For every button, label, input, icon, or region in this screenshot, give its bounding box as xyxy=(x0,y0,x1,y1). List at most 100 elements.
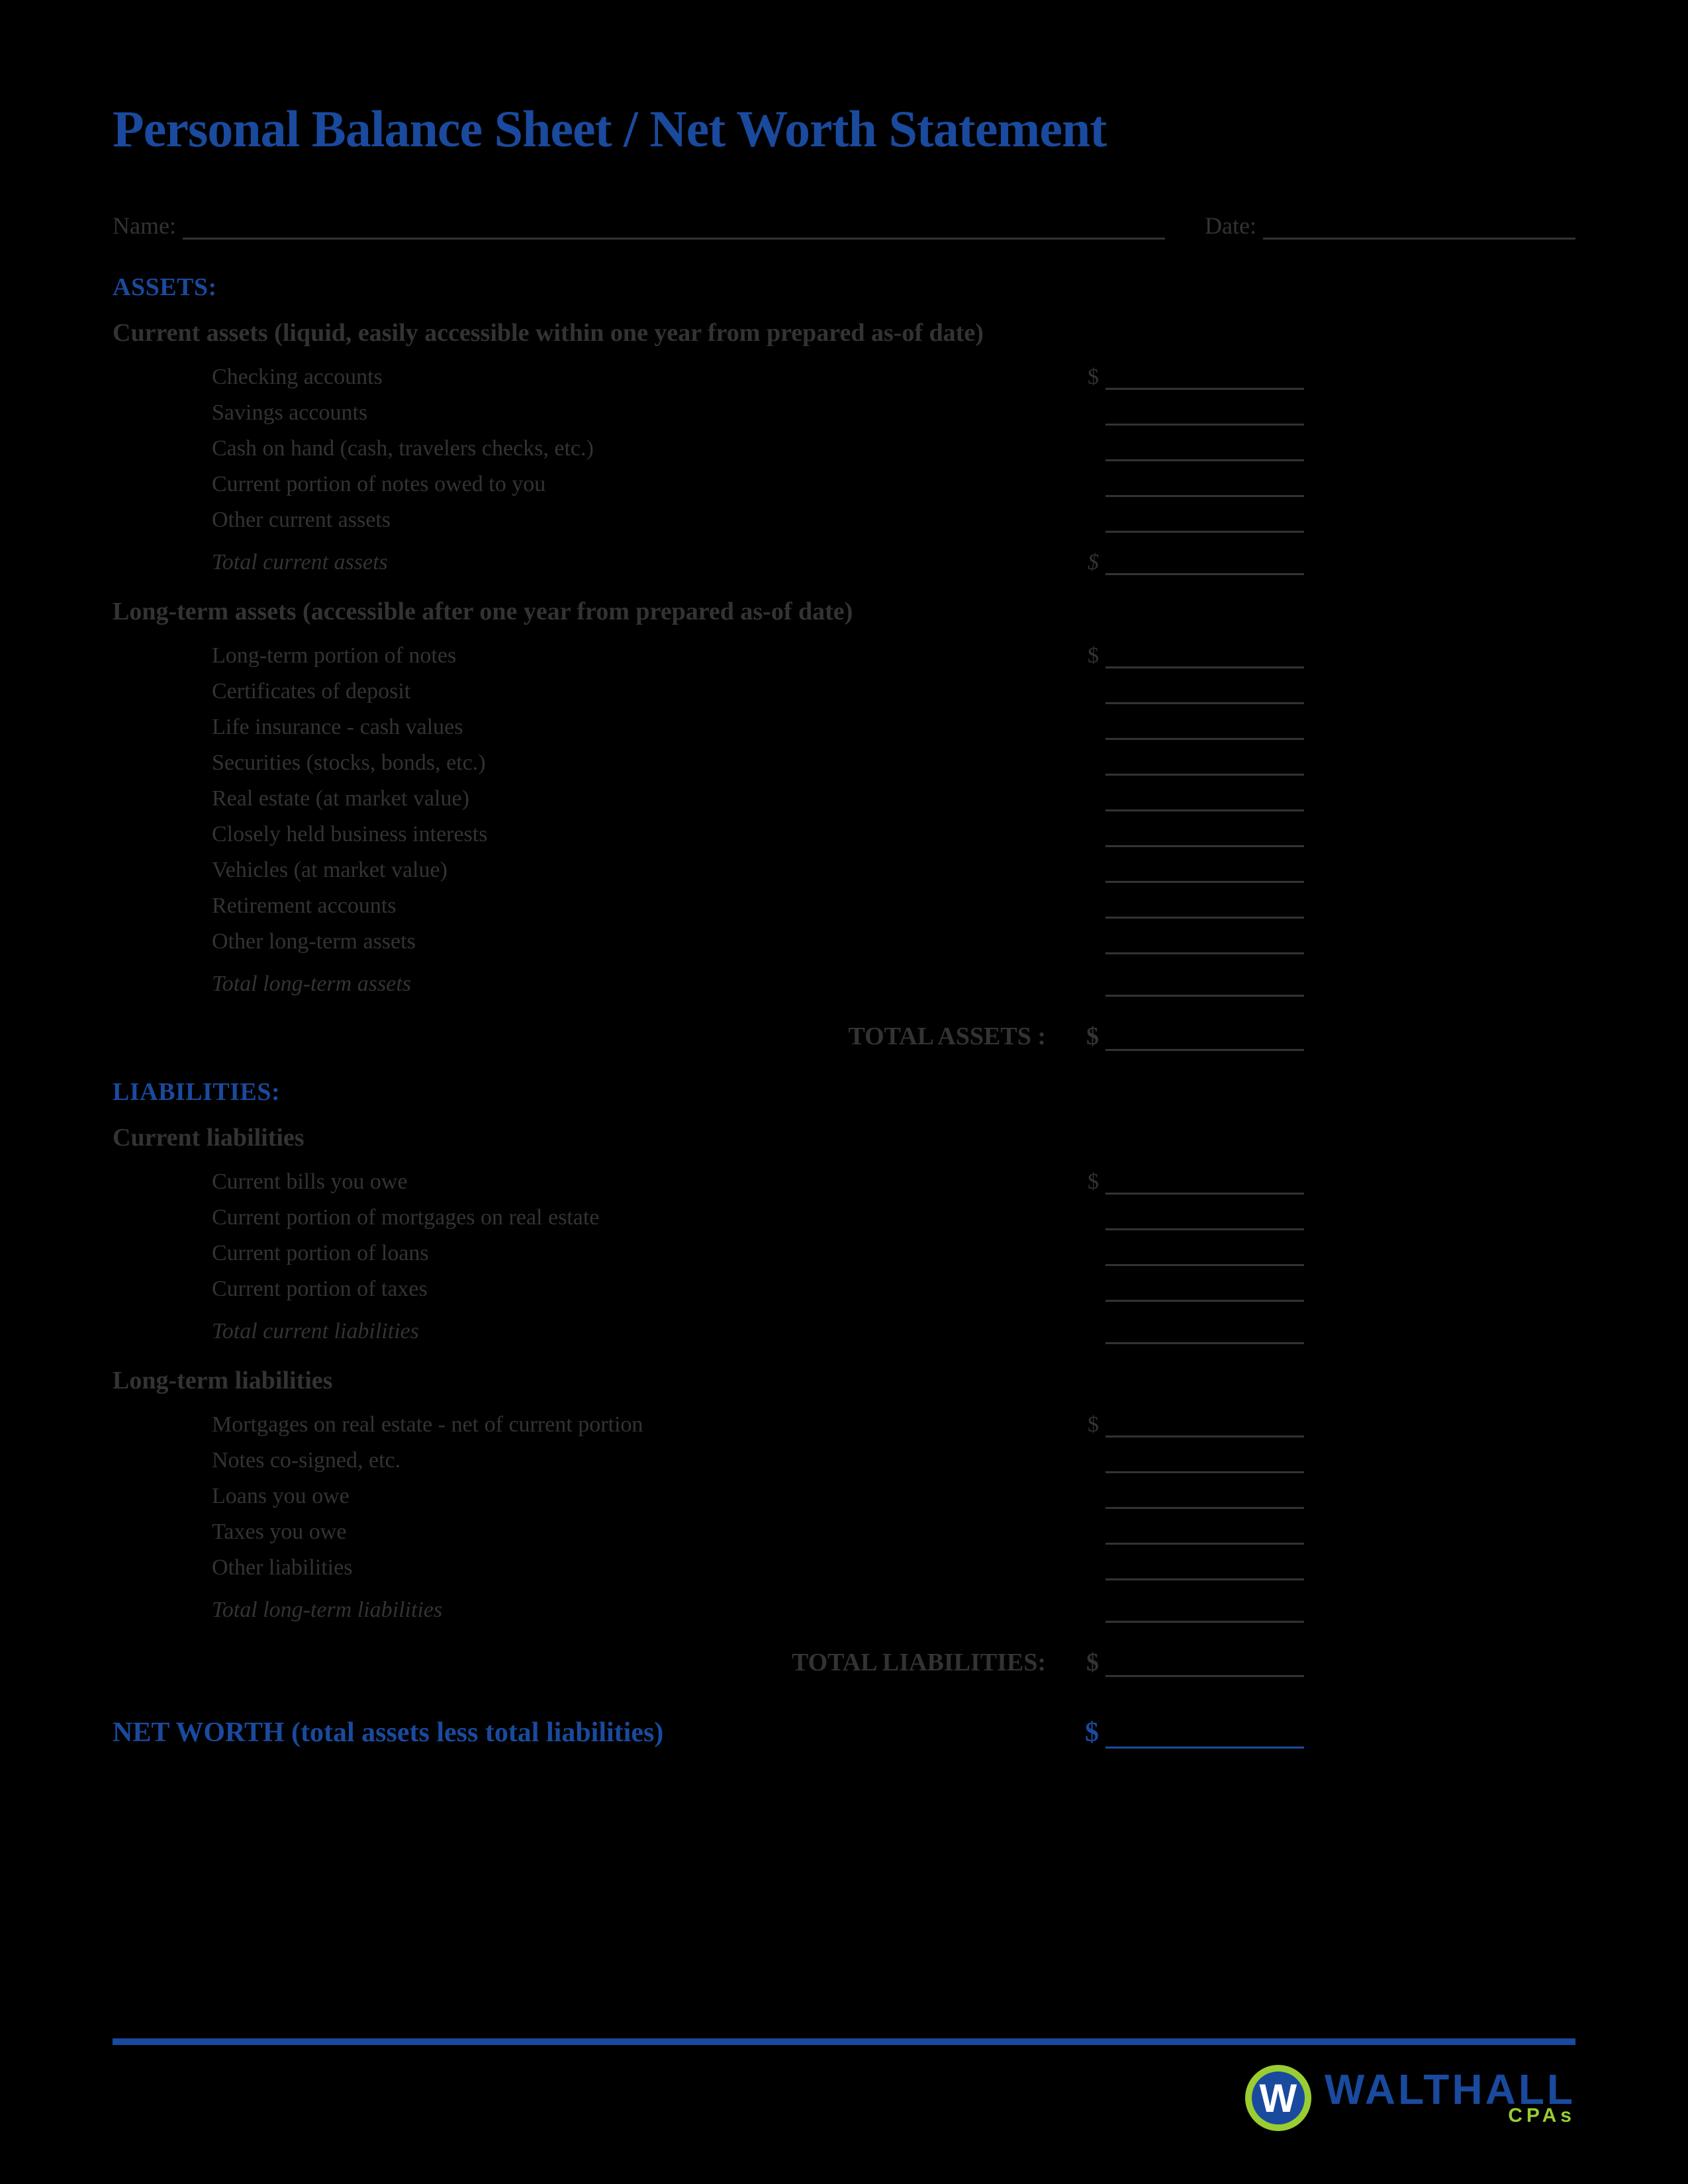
date-input-line[interactable] xyxy=(1263,214,1575,240)
item-label: Notes co-signed, etc. xyxy=(212,1448,1072,1473)
logo-subtitle: CPAs xyxy=(1508,2107,1575,2124)
amount-line[interactable] xyxy=(1105,720,1304,740)
amount-line[interactable] xyxy=(1105,370,1304,390)
item-label: Taxes you owe xyxy=(212,1520,1072,1545)
name-field: Name: xyxy=(113,212,1165,240)
current-liabilities-rows: Current bills you owe$ Current portion o… xyxy=(113,1164,1304,1349)
logo-mark-icon xyxy=(1245,2065,1311,2131)
amount-line[interactable] xyxy=(1105,792,1304,811)
amount-line[interactable] xyxy=(1105,899,1304,919)
longterm-assets-rows: Long-term portion of notes$ Certificates… xyxy=(113,638,1304,1002)
item-label: Other liabilities xyxy=(212,1555,1072,1580)
amount-line[interactable] xyxy=(1105,1031,1304,1051)
amount-line[interactable] xyxy=(1105,1418,1304,1437)
liabilities-header: LIABILITIES: xyxy=(113,1077,1575,1107)
amount-line[interactable] xyxy=(1105,477,1304,497)
line-item: Current bills you owe$ xyxy=(113,1164,1304,1200)
line-item: Current portion of mortgages on real est… xyxy=(113,1200,1304,1236)
dollar-sign: $ xyxy=(1072,1648,1105,1677)
amount-line[interactable] xyxy=(1105,756,1304,776)
item-label: Closely held business interests xyxy=(212,822,1072,847)
footer-rule xyxy=(113,2038,1575,2045)
amount-line[interactable] xyxy=(1105,977,1304,997)
amount-line[interactable] xyxy=(1105,1729,1304,1749)
doc-title: Personal Balance Sheet / Net Worth State… xyxy=(113,99,1575,159)
amount-line[interactable] xyxy=(1105,1453,1304,1473)
subtotal-row: Total long-term liabilities xyxy=(113,1592,1304,1628)
amount-line[interactable] xyxy=(1105,934,1304,954)
subtotal-label: Total current assets xyxy=(212,550,1072,575)
dollar-sign: $ xyxy=(1072,1412,1105,1437)
line-item: Notes co-signed, etc. xyxy=(113,1443,1304,1479)
amount-line[interactable] xyxy=(1105,1324,1304,1344)
amount-line[interactable] xyxy=(1105,1210,1304,1230)
net-worth-row: NET WORTH (total assets less total liabi… xyxy=(113,1684,1304,1762)
item-label: Current portion of loans xyxy=(212,1241,1072,1266)
amount-line[interactable] xyxy=(1105,1175,1304,1195)
date-field: Date: xyxy=(1205,212,1575,240)
amount-line[interactable] xyxy=(1105,1282,1304,1302)
dollar-sign: $ xyxy=(1072,1169,1105,1195)
line-item: Closely held business interests xyxy=(113,817,1304,852)
amount-line[interactable] xyxy=(1105,441,1304,461)
net-worth-label: NET WORTH (total assets less total liabi… xyxy=(113,1717,1072,1749)
subtotal-row: Total current assets$ xyxy=(113,545,1304,580)
amount-line[interactable] xyxy=(1105,555,1304,575)
amount-line[interactable] xyxy=(1105,1603,1304,1623)
amount-line[interactable] xyxy=(1105,1246,1304,1266)
assets-header: ASSETS: xyxy=(113,273,1575,302)
dollar-sign: $ xyxy=(1072,365,1105,390)
line-item: Checking accounts$ xyxy=(113,359,1304,395)
amount-line[interactable] xyxy=(1105,863,1304,883)
item-label: Loans you owe xyxy=(212,1484,1072,1509)
item-label: Other long-term assets xyxy=(212,929,1072,954)
line-item: Certificates of deposit xyxy=(113,674,1304,709)
page: Personal Balance Sheet / Net Worth State… xyxy=(0,0,1688,2184)
item-label: Retirement accounts xyxy=(212,893,1072,919)
line-item: Other liabilities xyxy=(113,1550,1304,1586)
longterm-liabilities-header: Long-term liabilities xyxy=(113,1366,1575,1395)
line-item: Cash on hand (cash, travelers checks, et… xyxy=(113,431,1304,467)
dollar-sign: $ xyxy=(1072,1717,1105,1749)
dollar-sign: $ xyxy=(1072,643,1105,668)
subtotal-label: Total long-term liabilities xyxy=(212,1598,1072,1623)
dollar-sign: $ xyxy=(1072,550,1105,575)
line-item: Life insurance - cash values xyxy=(113,709,1304,745)
amount-line[interactable] xyxy=(1105,1525,1304,1545)
subtotal-label: Total long-term assets xyxy=(212,972,1072,997)
item-label: Current portion of mortgages on real est… xyxy=(212,1205,1072,1230)
line-item: Loans you owe xyxy=(113,1479,1304,1514)
name-input-line[interactable] xyxy=(183,214,1165,240)
item-label: Savings accounts xyxy=(212,400,1072,426)
line-item: Current portion of taxes xyxy=(113,1271,1304,1307)
total-assets-row: TOTAL ASSETS : $ xyxy=(113,1009,1304,1058)
total-liabilities-label: TOTAL LIABILITIES: xyxy=(113,1648,1072,1677)
amount-line[interactable] xyxy=(1105,1489,1304,1509)
line-item: Other long-term assets xyxy=(113,924,1304,960)
item-label: Certificates of deposit xyxy=(212,679,1072,704)
line-item: Taxes you owe xyxy=(113,1514,1304,1550)
line-item: Real estate (at market value) xyxy=(113,781,1304,817)
amount-line[interactable] xyxy=(1105,1657,1304,1677)
longterm-liabilities-rows: Mortgages on real estate - net of curren… xyxy=(113,1407,1304,1628)
amount-line[interactable] xyxy=(1105,1561,1304,1580)
current-assets-rows: Checking accounts$ Savings accounts Cash… xyxy=(113,359,1304,580)
amount-line[interactable] xyxy=(1105,684,1304,704)
amount-line[interactable] xyxy=(1105,827,1304,847)
item-label: Vehicles (at market value) xyxy=(212,858,1072,883)
longterm-assets-header: Long-term assets (accessible after one y… xyxy=(113,597,1575,626)
item-label: Real estate (at market value) xyxy=(212,786,1072,811)
line-item: Long-term portion of notes$ xyxy=(113,638,1304,674)
item-label: Current portion of notes owed to you xyxy=(212,472,1072,497)
subtotal-label: Total current liabilities xyxy=(212,1319,1072,1344)
line-item: Vehicles (at market value) xyxy=(113,852,1304,888)
item-label: Securities (stocks, bonds, etc.) xyxy=(212,751,1072,776)
item-label: Current bills you owe xyxy=(212,1169,1072,1195)
amount-line[interactable] xyxy=(1105,406,1304,426)
dollar-sign: $ xyxy=(1072,1022,1105,1051)
amount-line[interactable] xyxy=(1105,513,1304,533)
amount-line[interactable] xyxy=(1105,649,1304,668)
item-label: Current portion of taxes xyxy=(212,1277,1072,1302)
line-item: Retirement accounts xyxy=(113,888,1304,924)
name-label: Name: xyxy=(113,212,176,240)
